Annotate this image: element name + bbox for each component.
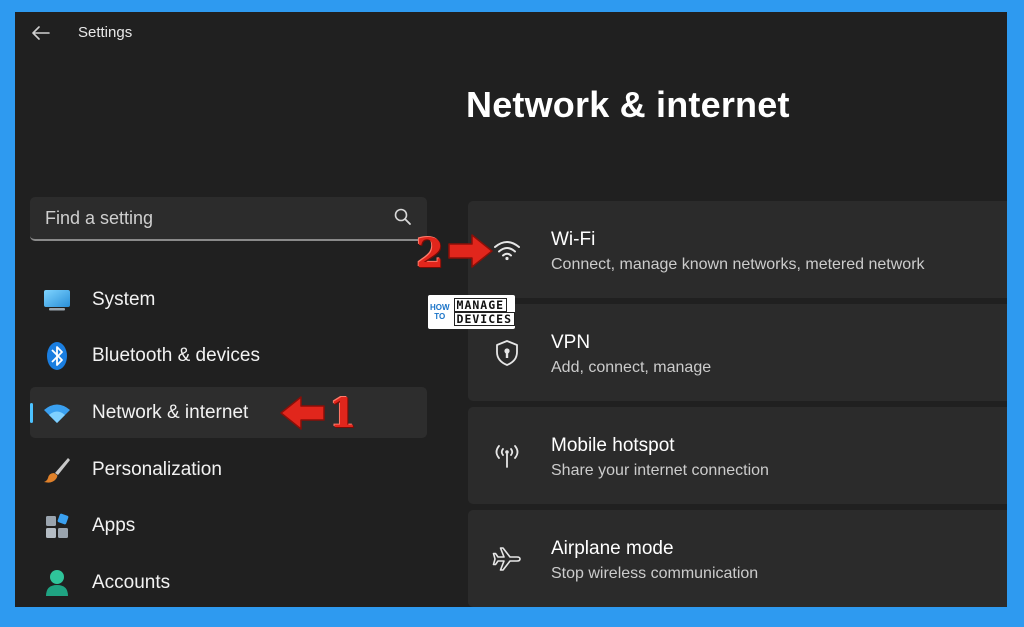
airplane-mode-card-subtitle: Stop wireless communication <box>551 565 759 582</box>
wifi-card[interactable]: Wi-Fi Connect, manage known networks, me… <box>468 201 1007 298</box>
apps-icon <box>42 511 72 541</box>
howto-manage-devices-logo: HOW TO MANAGE DEVICES <box>428 295 515 329</box>
hotspot-icon <box>492 441 522 471</box>
sidebar-item-system[interactable]: System <box>30 274 427 325</box>
annotation-step-2: 2 <box>416 230 444 277</box>
annotation-step-1: 1 <box>329 390 357 437</box>
annotation-arrow-left-icon <box>280 396 325 430</box>
bluetooth-icon <box>42 341 72 371</box>
wifi-card-subtitle: Connect, manage known networks, metered … <box>551 256 925 273</box>
monitor-icon <box>42 285 72 315</box>
sidebar-item-label: Accounts <box>92 571 171 593</box>
back-button[interactable] <box>27 20 55 46</box>
brush-icon <box>42 455 72 485</box>
sidebar-nav: System Bluetooth & devices Network & int… <box>30 274 427 607</box>
sidebar-item-label: Apps <box>92 515 136 537</box>
back-arrow-icon <box>32 26 50 40</box>
wifi-icon <box>492 235 522 265</box>
search-input[interactable] <box>30 197 390 239</box>
sidebar-item-label: Personalization <box>92 458 222 480</box>
annotation-arrow-right-icon <box>448 234 493 268</box>
vpn-card-title: VPN <box>551 332 591 353</box>
airplane-icon <box>492 544 522 574</box>
vpn-card[interactable]: VPN Add, connect, manage <box>468 304 1007 401</box>
wifi-card-title: Wi-Fi <box>551 229 596 250</box>
person-icon <box>42 568 72 598</box>
sidebar-item-apps[interactable]: Apps <box>30 501 427 552</box>
title-bar: Settings <box>15 12 1007 54</box>
search-icon[interactable] <box>394 208 412 226</box>
sidebar-item-network[interactable]: Network & internet <box>30 387 427 439</box>
mobile-hotspot-card-title: Mobile hotspot <box>551 435 675 456</box>
app-title: Settings <box>78 24 133 41</box>
sidebar-item-accounts[interactable]: Accounts <box>30 557 427 607</box>
sidebar-item-personalization[interactable]: Personalization <box>30 444 427 495</box>
page-title: Network & internet <box>466 84 790 125</box>
sidebar-item-label: Network & internet <box>92 401 249 423</box>
sidebar-item-bluetooth[interactable]: Bluetooth & devices <box>30 331 427 382</box>
airplane-mode-card[interactable]: Airplane mode Stop wireless communicatio… <box>468 510 1007 607</box>
settings-window: Settings Network & internet System <box>15 12 1007 607</box>
wifi-icon <box>42 398 72 428</box>
airplane-mode-card-title: Airplane mode <box>551 538 674 559</box>
sidebar-item-label: Bluetooth & devices <box>92 345 260 367</box>
shield-icon <box>492 338 522 368</box>
mobile-hotspot-card[interactable]: Mobile hotspot Share your internet conne… <box>468 407 1007 504</box>
sidebar-item-label: System <box>92 288 156 310</box>
mobile-hotspot-card-subtitle: Share your internet connection <box>551 462 769 479</box>
vpn-card-subtitle: Add, connect, manage <box>551 359 712 376</box>
search-box[interactable] <box>30 197 427 241</box>
